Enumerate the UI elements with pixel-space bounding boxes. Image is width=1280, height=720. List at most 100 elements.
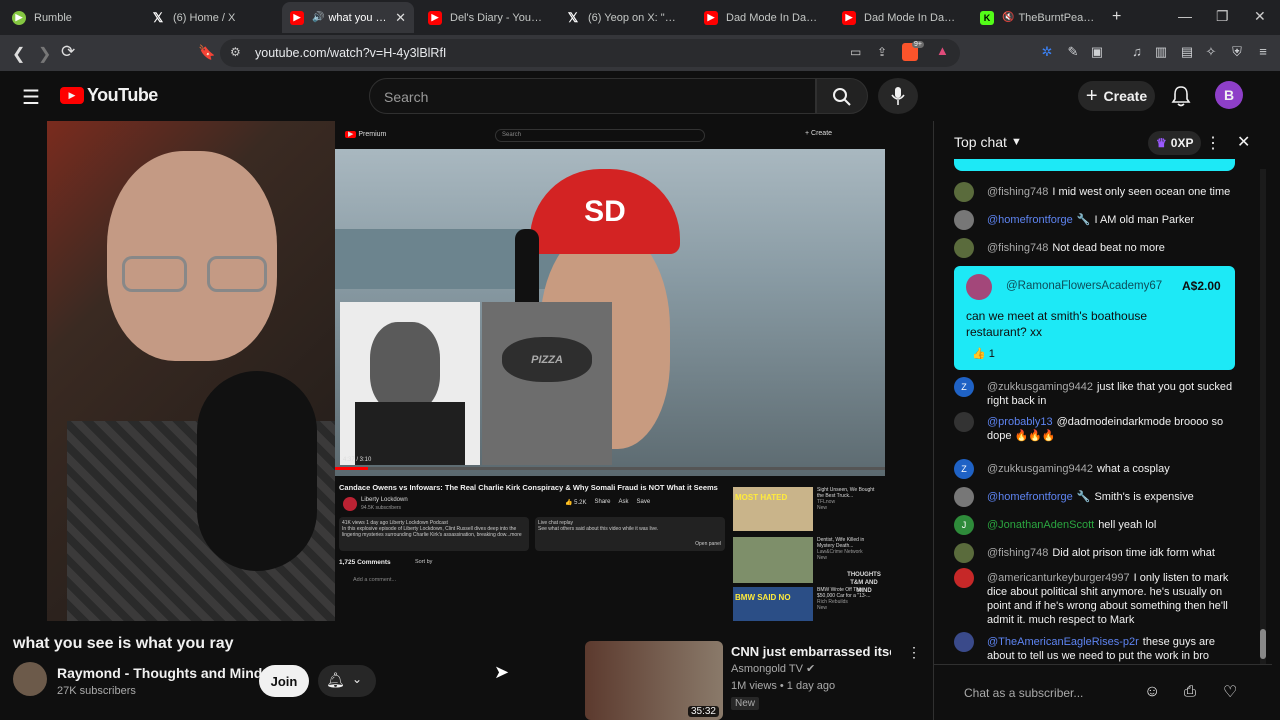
notifications-bell-icon[interactable] — [1171, 85, 1191, 107]
recommended-meta: 1M views • 1 day ago — [731, 680, 836, 692]
extensions-icon[interactable]: ✎ — [1066, 45, 1080, 59]
create-label: Create — [1103, 88, 1148, 104]
youtube-logo[interactable]: ▶ YouTube — [60, 85, 158, 106]
chat-avatar — [954, 210, 974, 230]
scrollbar-thumb[interactable] — [1260, 629, 1266, 659]
chat-message: @homefrontforge 🔧 I AM old man Parker — [954, 210, 1244, 230]
chat-message: Z @zukkusgaming9442 just like that you got… — [954, 377, 1244, 408]
inner-time: 4:37 / 3:10 — [343, 457, 372, 463]
media-icon[interactable]: ♫ — [1130, 45, 1144, 59]
subscription-bell-button[interactable]: 🔔︎ ⌄ — [318, 665, 376, 697]
maximize-icon[interactable]: ❐ — [1216, 8, 1229, 25]
sidebar-icon[interactable]: ▥ — [1154, 45, 1168, 59]
create-button[interactable]: + Create — [1078, 81, 1155, 111]
chat-scrollbar[interactable] — [1260, 169, 1266, 664]
vpn-icon[interactable]: ✲ — [1040, 45, 1054, 59]
back-icon[interactable]: ❮ — [12, 44, 25, 64]
side-thumb: MOST HATED — [733, 487, 813, 531]
site-settings-icon[interactable]: ⚙ — [230, 45, 241, 59]
screenshot-icon[interactable]: ▣ — [1090, 45, 1104, 59]
red-cap: SD — [530, 169, 680, 254]
share-icon[interactable]: ⇪ — [877, 45, 887, 59]
channel-watermark: THOUGHTS T&M AND MIND — [847, 572, 881, 594]
superchat-amount: A$2.00 — [1182, 279, 1221, 293]
x-icon: 𝕏 — [152, 9, 164, 25]
recommended-title[interactable]: CNN just embarrassed itself.. — [731, 644, 891, 659]
chat-message: @TheAmericanEagleRises-p2r these guys are… — [954, 632, 1244, 663]
inner-ask: Ask — [618, 499, 629, 505]
inner-create: + Create — [805, 130, 833, 137]
wallet-icon[interactable]: ▤ — [1180, 45, 1194, 59]
minimize-icon[interactable]: — — [1178, 8, 1192, 24]
chat-message: @americanturkeyburger4997 I only listen t… — [954, 568, 1244, 627]
voice-search-button[interactable] — [878, 78, 918, 114]
more-options-icon[interactable]: ⋮ — [907, 644, 921, 661]
browser-tab[interactable]: ▶ Del's Diary - YouTube — [420, 2, 554, 33]
live-chat-panel: Top chat ▼ ♛ 0XP ⋮ ✕ @fishing748 I mid wes… — [933, 121, 1272, 720]
shields-badge: 9+ — [912, 41, 924, 48]
cast-icon[interactable]: ▭ — [850, 45, 861, 59]
hamburger-menu-icon[interactable]: ☰ — [22, 85, 40, 110]
side-thumb — [733, 537, 813, 583]
close-chat-icon[interactable]: ✕ — [1237, 132, 1250, 152]
search-placeholder: Search — [384, 89, 429, 105]
account-avatar[interactable]: B — [1215, 81, 1243, 109]
tab-title: Dad Mode In Dark Mo — [726, 11, 820, 24]
rumble-icon: ▶ — [12, 10, 26, 25]
thumbs-up-icon: 👍 — [972, 348, 986, 360]
glasses-left — [122, 256, 187, 292]
glasses-right — [207, 256, 267, 292]
browser-tab[interactable]: ▶ Dad Mode In Dark Mo — [696, 2, 828, 33]
xp-badge[interactable]: ♛ 0XP — [1148, 131, 1202, 155]
super-chat-icon[interactable]: ⎙ — [1184, 683, 1196, 700]
browser-tab[interactable]: 𝕏 (6) Yeop on X: "@Fore — [558, 2, 692, 33]
chat-message: Z @zukkusgaming9442 what a cosplay — [954, 459, 1244, 479]
address-bar-row: ❮ ❯ ⟳ 🔖 ⚙ youtube.com/watch?v=H-4y3lBlRf… — [0, 35, 1280, 71]
more-options-icon[interactable]: ⋮ — [1205, 133, 1221, 153]
chat-message: @fishing748 Did alot prison time idk form… — [954, 543, 1244, 563]
chat-input[interactable]: Chat as a subscriber... — [954, 679, 1116, 707]
video-player[interactable]: ▶ Premium Search + Create SD PIZZA 4:37 … — [47, 121, 885, 621]
pinned-superchat-edge — [954, 159, 1235, 171]
verified-icon: ✔ — [806, 663, 816, 675]
recommended-thumbnail[interactable]: 35:32 — [585, 641, 723, 720]
new-tab-button[interactable]: + — [1112, 8, 1121, 26]
url-field[interactable]: ⚙ youtube.com/watch?v=H-4y3lBlRfI ▭ ⇪ 9+… — [220, 39, 960, 67]
browser-tab[interactable]: ▶ Rumble — [4, 2, 134, 33]
superchat-likes[interactable]: 👍 1 — [972, 347, 995, 360]
search-input[interactable]: Search — [369, 78, 816, 114]
recommended-channel[interactable]: Asmongold TV ✔ — [731, 662, 815, 675]
browser-tab[interactable]: K 🔇 TheBurntPeanut S — [972, 2, 1104, 33]
channel-avatar[interactable] — [13, 662, 47, 696]
bookmark-icon[interactable]: 🔖 — [198, 44, 215, 61]
portrait-face — [370, 322, 440, 412]
inner-progress-bar — [335, 467, 885, 470]
tab-title: (6) Home / X — [173, 11, 236, 24]
vpn-shield-icon[interactable]: ⛨ — [1230, 45, 1244, 59]
reload-icon[interactable]: ⟳ — [61, 42, 75, 62]
join-button[interactable]: Join — [259, 665, 309, 697]
speaker-icon[interactable]: 🔊 — [312, 12, 324, 23]
leo-ai-icon[interactable]: ✧ — [1204, 45, 1218, 59]
muted-speaker-icon[interactable]: 🔇 — [1002, 12, 1014, 23]
heart-icon[interactable]: ♡ — [1223, 682, 1237, 702]
plus-icon: + — [1085, 84, 1098, 107]
browser-tab[interactable]: 𝕏 (6) Home / X — [143, 2, 278, 33]
browser-tab[interactable]: ▶ Dad Mode In Dark Mo — [834, 2, 966, 33]
brave-rewards-icon[interactable]: ▲ — [936, 43, 949, 58]
chat-mode-dropdown[interactable]: Top chat ▼ — [954, 134, 1022, 150]
chat-message: @fishing748 Not dead beat no more — [954, 238, 1244, 258]
superchat-author: @RamonaFlowersAcademy67 — [1006, 280, 1163, 292]
channel-name[interactable]: Raymond - Thoughts and Mind — [57, 665, 262, 681]
close-window-icon[interactable]: ✕ — [1254, 8, 1266, 25]
forward-icon[interactable]: ❯ — [38, 44, 51, 64]
chat-avatar: Z — [954, 459, 974, 479]
close-tab-icon[interactable]: ✕ — [395, 10, 406, 26]
browser-tab-active[interactable]: ▶ 🔊 what you see i ✕ — [282, 2, 414, 33]
subscriber-count: 27K subscribers — [57, 685, 136, 697]
search-button[interactable] — [816, 78, 868, 114]
menu-icon[interactable]: ≡ — [1256, 45, 1270, 59]
inner-channel-avatar — [343, 497, 357, 511]
emoji-icon[interactable]: ☺ — [1144, 683, 1160, 701]
url-text[interactable]: youtube.com/watch?v=H-4y3lBlRfI — [255, 46, 446, 60]
